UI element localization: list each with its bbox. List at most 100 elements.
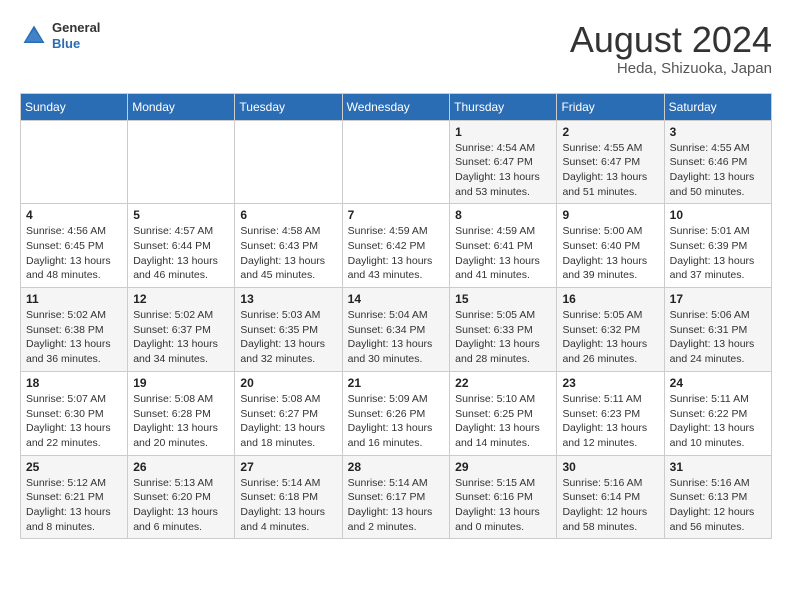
day-number: 6	[240, 208, 336, 222]
day-info: Sunrise: 5:14 AM Sunset: 6:18 PM Dayligh…	[240, 476, 336, 535]
calendar-cell: 11Sunrise: 5:02 AM Sunset: 6:38 PM Dayli…	[21, 288, 128, 372]
day-info: Sunrise: 5:15 AM Sunset: 6:16 PM Dayligh…	[455, 476, 551, 535]
day-number: 1	[455, 125, 551, 139]
calendar-cell: 16 Sunrise: 5:05 AM Sunset: 6:32 PM Dayli…	[557, 288, 664, 372]
day-number: 19	[133, 376, 229, 390]
day-number: 5	[133, 208, 229, 222]
logo-text: General Blue	[52, 20, 100, 51]
calendar-week-row: 11Sunrise: 5:02 AM Sunset: 6:38 PM Dayli…	[21, 288, 772, 372]
day-info: Sunrise: 5:13 AM Sunset: 6:20 PM Dayligh…	[133, 476, 229, 535]
day-number: 24	[670, 376, 766, 390]
calendar-cell: 10 Sunrise: 5:01 AM Sunset: 6:39 PM Dayli…	[664, 204, 771, 288]
weekday-header: Tuesday	[235, 93, 342, 120]
day-number: 18	[26, 376, 122, 390]
day-info: Sunrise: 5:11 AM Sunset: 6:23 PM Dayligh…	[562, 392, 658, 451]
day-number: 23	[562, 376, 658, 390]
day-number: 30	[562, 460, 658, 474]
day-number: 28	[348, 460, 444, 474]
calendar-cell: 19 Sunrise: 5:08 AM Sunset: 6:28 PM Dayli…	[128, 371, 235, 455]
calendar-cell: 9 Sunrise: 5:00 AM Sunset: 6:40 PM Daylig…	[557, 204, 664, 288]
day-number: 2	[562, 125, 658, 139]
calendar-cell: 14 Sunrise: 5:04 AM Sunset: 6:34 PM Dayli…	[342, 288, 449, 372]
day-number: 26	[133, 460, 229, 474]
day-info: Sunrise: 5:09 AM Sunset: 6:26 PM Dayligh…	[348, 392, 444, 451]
month-title: August 2024	[570, 20, 772, 60]
calendar-cell: 30Sunrise: 5:16 AM Sunset: 6:14 PM Dayli…	[557, 455, 664, 539]
day-number: 27	[240, 460, 336, 474]
calendar-cell: 15 Sunrise: 5:05 AM Sunset: 6:33 PM Dayli…	[450, 288, 557, 372]
day-info: Sunrise: 4:57 AM Sunset: 6:44 PM Dayligh…	[133, 224, 229, 283]
logo-icon	[20, 22, 48, 50]
calendar-cell: 24 Sunrise: 5:11 AM Sunset: 6:22 PM Dayli…	[664, 371, 771, 455]
day-number: 10	[670, 208, 766, 222]
calendar-cell: 8 Sunrise: 4:59 AM Sunset: 6:41 PM Daylig…	[450, 204, 557, 288]
calendar-cell	[128, 120, 235, 204]
calendar-week-row: 18Sunrise: 5:07 AM Sunset: 6:30 PM Dayli…	[21, 371, 772, 455]
calendar-cell: 29 Sunrise: 5:15 AM Sunset: 6:16 PM Dayli…	[450, 455, 557, 539]
day-number: 11	[26, 292, 122, 306]
day-info: Sunrise: 4:58 AM Sunset: 6:43 PM Dayligh…	[240, 224, 336, 283]
day-info: Sunrise: 4:54 AM Sunset: 6:47 PM Dayligh…	[455, 141, 551, 200]
day-number: 9	[562, 208, 658, 222]
calendar-cell	[342, 120, 449, 204]
weekday-header: Saturday	[664, 93, 771, 120]
calendar-cell: 26 Sunrise: 5:13 AM Sunset: 6:20 PM Dayli…	[128, 455, 235, 539]
day-number: 3	[670, 125, 766, 139]
day-number: 21	[348, 376, 444, 390]
calendar-cell: 3Sunrise: 4:55 AM Sunset: 6:46 PM Daylig…	[664, 120, 771, 204]
day-number: 29	[455, 460, 551, 474]
day-number: 13	[240, 292, 336, 306]
day-info: Sunrise: 5:01 AM Sunset: 6:39 PM Dayligh…	[670, 224, 766, 283]
day-number: 16	[562, 292, 658, 306]
calendar-cell: 25 Sunrise: 5:12 AM Sunset: 6:21 PM Dayli…	[21, 455, 128, 539]
day-info: Sunrise: 5:00 AM Sunset: 6:40 PM Dayligh…	[562, 224, 658, 283]
calendar-cell: 22 Sunrise: 5:10 AM Sunset: 6:25 PM Dayli…	[450, 371, 557, 455]
weekday-header: Thursday	[450, 93, 557, 120]
day-info: Sunrise: 5:04 AM Sunset: 6:34 PM Dayligh…	[348, 308, 444, 367]
calendar-week-row: 25 Sunrise: 5:12 AM Sunset: 6:21 PM Dayli…	[21, 455, 772, 539]
day-number: 17	[670, 292, 766, 306]
calendar-cell: 17Sunrise: 5:06 AM Sunset: 6:31 PM Dayli…	[664, 288, 771, 372]
day-info: Sunrise: 4:59 AM Sunset: 6:42 PM Dayligh…	[348, 224, 444, 283]
day-info: Sunrise: 4:59 AM Sunset: 6:41 PM Dayligh…	[455, 224, 551, 283]
page-header: General Blue August 2024 Heda, Shizuoka,…	[20, 20, 772, 77]
weekday-header: Wednesday	[342, 93, 449, 120]
day-info: Sunrise: 5:03 AM Sunset: 6:35 PM Dayligh…	[240, 308, 336, 367]
day-info: Sunrise: 5:08 AM Sunset: 6:28 PM Dayligh…	[133, 392, 229, 451]
day-info: Sunrise: 5:11 AM Sunset: 6:22 PM Dayligh…	[670, 392, 766, 451]
calendar-cell	[235, 120, 342, 204]
day-info: Sunrise: 5:05 AM Sunset: 6:32 PM Dayligh…	[562, 308, 658, 367]
logo-general: General	[52, 20, 100, 36]
day-info: Sunrise: 4:55 AM Sunset: 6:47 PM Dayligh…	[562, 141, 658, 200]
day-info: Sunrise: 5:08 AM Sunset: 6:27 PM Dayligh…	[240, 392, 336, 451]
calendar-cell: 20 Sunrise: 5:08 AM Sunset: 6:27 PM Dayli…	[235, 371, 342, 455]
day-info: Sunrise: 5:12 AM Sunset: 6:21 PM Dayligh…	[26, 476, 122, 535]
day-info: Sunrise: 5:05 AM Sunset: 6:33 PM Dayligh…	[455, 308, 551, 367]
logo: General Blue	[20, 20, 100, 51]
day-info: Sunrise: 4:56 AM Sunset: 6:45 PM Dayligh…	[26, 224, 122, 283]
calendar-cell: 1 Sunrise: 4:54 AM Sunset: 6:47 PM Daylig…	[450, 120, 557, 204]
weekday-header: Monday	[128, 93, 235, 120]
calendar-cell: 5 Sunrise: 4:57 AM Sunset: 6:44 PM Daylig…	[128, 204, 235, 288]
calendar-cell: 7Sunrise: 4:59 AM Sunset: 6:42 PM Daylig…	[342, 204, 449, 288]
calendar-cell: 21 Sunrise: 5:09 AM Sunset: 6:26 PM Dayli…	[342, 371, 449, 455]
day-number: 14	[348, 292, 444, 306]
day-info: Sunrise: 5:16 AM Sunset: 6:13 PM Dayligh…	[670, 476, 766, 535]
calendar-cell: 18Sunrise: 5:07 AM Sunset: 6:30 PM Dayli…	[21, 371, 128, 455]
day-number: 25	[26, 460, 122, 474]
calendar-week-row: 4Sunrise: 4:56 AM Sunset: 6:45 PM Daylig…	[21, 204, 772, 288]
day-number: 8	[455, 208, 551, 222]
day-number: 20	[240, 376, 336, 390]
calendar-cell: 27 Sunrise: 5:14 AM Sunset: 6:18 PM Dayli…	[235, 455, 342, 539]
day-info: Sunrise: 5:10 AM Sunset: 6:25 PM Dayligh…	[455, 392, 551, 451]
calendar-cell: 12Sunrise: 5:02 AM Sunset: 6:37 PM Dayli…	[128, 288, 235, 372]
day-number: 15	[455, 292, 551, 306]
calendar-cell: 31Sunrise: 5:16 AM Sunset: 6:13 PM Dayli…	[664, 455, 771, 539]
calendar-week-row: 1 Sunrise: 4:54 AM Sunset: 6:47 PM Daylig…	[21, 120, 772, 204]
title-block: August 2024 Heda, Shizuoka, Japan	[570, 20, 772, 77]
calendar-cell: 6 Sunrise: 4:58 AM Sunset: 6:43 PM Daylig…	[235, 204, 342, 288]
day-number: 22	[455, 376, 551, 390]
calendar-cell: 28Sunrise: 5:14 AM Sunset: 6:17 PM Dayli…	[342, 455, 449, 539]
calendar-cell: 2 Sunrise: 4:55 AM Sunset: 6:47 PM Daylig…	[557, 120, 664, 204]
day-info: Sunrise: 5:02 AM Sunset: 6:37 PM Dayligh…	[133, 308, 229, 367]
